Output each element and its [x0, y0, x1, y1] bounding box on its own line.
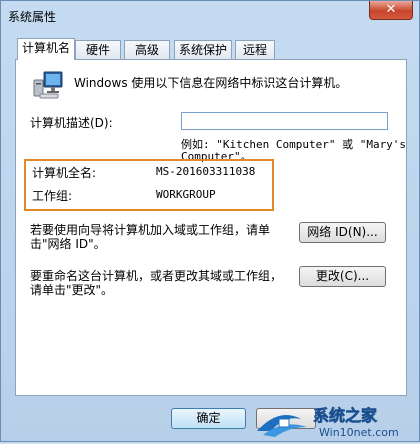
computer-name-panel: Windows 使用以下信息在网络中标识这台计算机。 计算机描述(D): 例如:…	[15, 59, 407, 396]
change-button[interactable]: 更改(C)...	[299, 266, 386, 287]
system-properties-window: 系统属性 ✕ 计算机名 硬件 高级 系统保护 远程 Windows 使用以下信息…	[0, 0, 420, 442]
site-watermark: 系统之家 Win10net.com	[249, 401, 419, 441]
tab-advanced[interactable]: 高级	[124, 40, 170, 59]
title-bar[interactable]: 系统属性 ✕	[1, 1, 419, 29]
network-id-button[interactable]: 网络 ID(N)...	[299, 222, 386, 243]
network-id-text-line2: 击"网络 ID"。	[30, 237, 106, 251]
workgroup-value: WORKGROUP	[156, 188, 216, 201]
watermark-logo-icon: 系统之家 Win10net.com	[257, 406, 399, 439]
computer-description-input[interactable]	[181, 112, 388, 130]
intro-text: Windows 使用以下信息在网络中标识这台计算机。	[74, 76, 348, 90]
tab-remote[interactable]: 远程	[235, 40, 275, 59]
watermark-url: Win10net.com	[319, 426, 399, 439]
workgroup-label: 工作组:	[32, 189, 73, 203]
close-button[interactable]: ✕	[369, 1, 413, 20]
tab-strip: 计算机名 硬件 高级 系统保护 远程	[17, 38, 417, 60]
watermark-brand: 系统之家	[313, 406, 378, 425]
tab-system-protection[interactable]: 系统保护	[174, 40, 232, 59]
close-icon: ✕	[385, 2, 397, 17]
full-computer-name-value: MS-201603311038	[156, 165, 256, 178]
rename-text-line2: 请单击"更改"。	[30, 283, 114, 297]
ok-button[interactable]: 确定	[171, 408, 246, 429]
tab-hardware[interactable]: 硬件	[75, 40, 121, 59]
full-computer-name-label: 计算机全名:	[32, 166, 97, 180]
tab-computer-name[interactable]: 计算机名	[17, 38, 75, 60]
computer-description-label: 计算机描述(D):	[30, 116, 113, 130]
computer-icon	[33, 71, 63, 99]
window-title: 系统属性	[8, 10, 57, 24]
